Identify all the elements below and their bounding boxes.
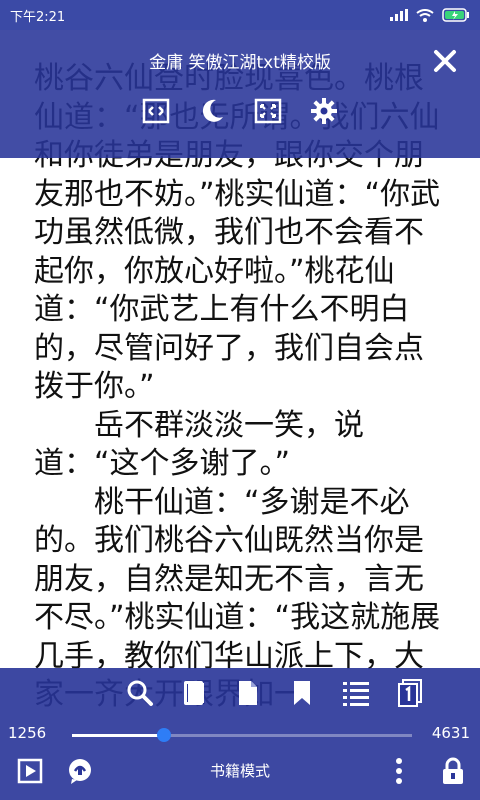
search-button[interactable] xyxy=(123,676,157,710)
status-bar: 下午2:21 xyxy=(0,0,480,30)
lock-icon xyxy=(443,757,463,784)
wifi-icon xyxy=(416,8,434,22)
signal-icon xyxy=(390,9,408,21)
bottom-toolbar: 1256 4631 书籍模式 xyxy=(0,668,480,800)
current-position: 1256 xyxy=(8,724,47,742)
book-title: 金庸 笑傲江湖txt精校版 xyxy=(149,52,331,73)
bookshelf-button[interactable] xyxy=(177,676,211,710)
status-icons xyxy=(390,8,470,22)
top-toolbar: 金庸 笑傲江湖txt精校版 xyxy=(0,30,480,158)
bookmark-icon xyxy=(294,681,310,705)
bottom-actions xyxy=(0,668,480,718)
close-icon xyxy=(434,50,456,72)
paragraph: 岳不群淡淡一笑，说道：“这个多谢了。” xyxy=(34,407,364,482)
page-number-icon xyxy=(398,679,422,707)
status-time: 下午2:21 xyxy=(10,9,66,25)
close-button[interactable] xyxy=(432,48,458,74)
battery-icon xyxy=(442,8,469,22)
fit-width-icon xyxy=(142,98,170,124)
settings-button[interactable] xyxy=(309,96,339,126)
page-number-button[interactable] xyxy=(393,676,427,710)
fullscreen-button[interactable] xyxy=(253,96,283,126)
total-position: 4631 xyxy=(431,724,470,742)
title-bar: 金庸 笑傲江湖txt精校版 xyxy=(0,30,480,90)
progress-row: 1256 4631 xyxy=(0,718,480,752)
gear-icon xyxy=(311,98,337,124)
more-vertical-icon xyxy=(396,758,402,784)
fit-width-button[interactable] xyxy=(141,96,171,126)
progress-slider[interactable] xyxy=(72,728,412,742)
chapters-button[interactable] xyxy=(339,676,373,710)
reading-tools xyxy=(0,90,480,126)
progress-knob[interactable] xyxy=(157,728,172,742)
book-icon xyxy=(184,681,204,705)
moon-icon xyxy=(202,99,223,122)
page-button[interactable] xyxy=(231,676,265,710)
more-button[interactable] xyxy=(382,754,416,788)
progress-fill xyxy=(72,734,165,737)
bookmark-button[interactable] xyxy=(285,676,319,710)
footer-row: 书籍模式 xyxy=(0,752,480,800)
fullscreen-icon xyxy=(254,98,282,124)
document-icon xyxy=(239,681,257,705)
search-icon xyxy=(127,680,153,706)
lock-button[interactable] xyxy=(436,754,470,788)
night-mode-button[interactable] xyxy=(197,96,227,126)
list-icon xyxy=(343,682,369,706)
